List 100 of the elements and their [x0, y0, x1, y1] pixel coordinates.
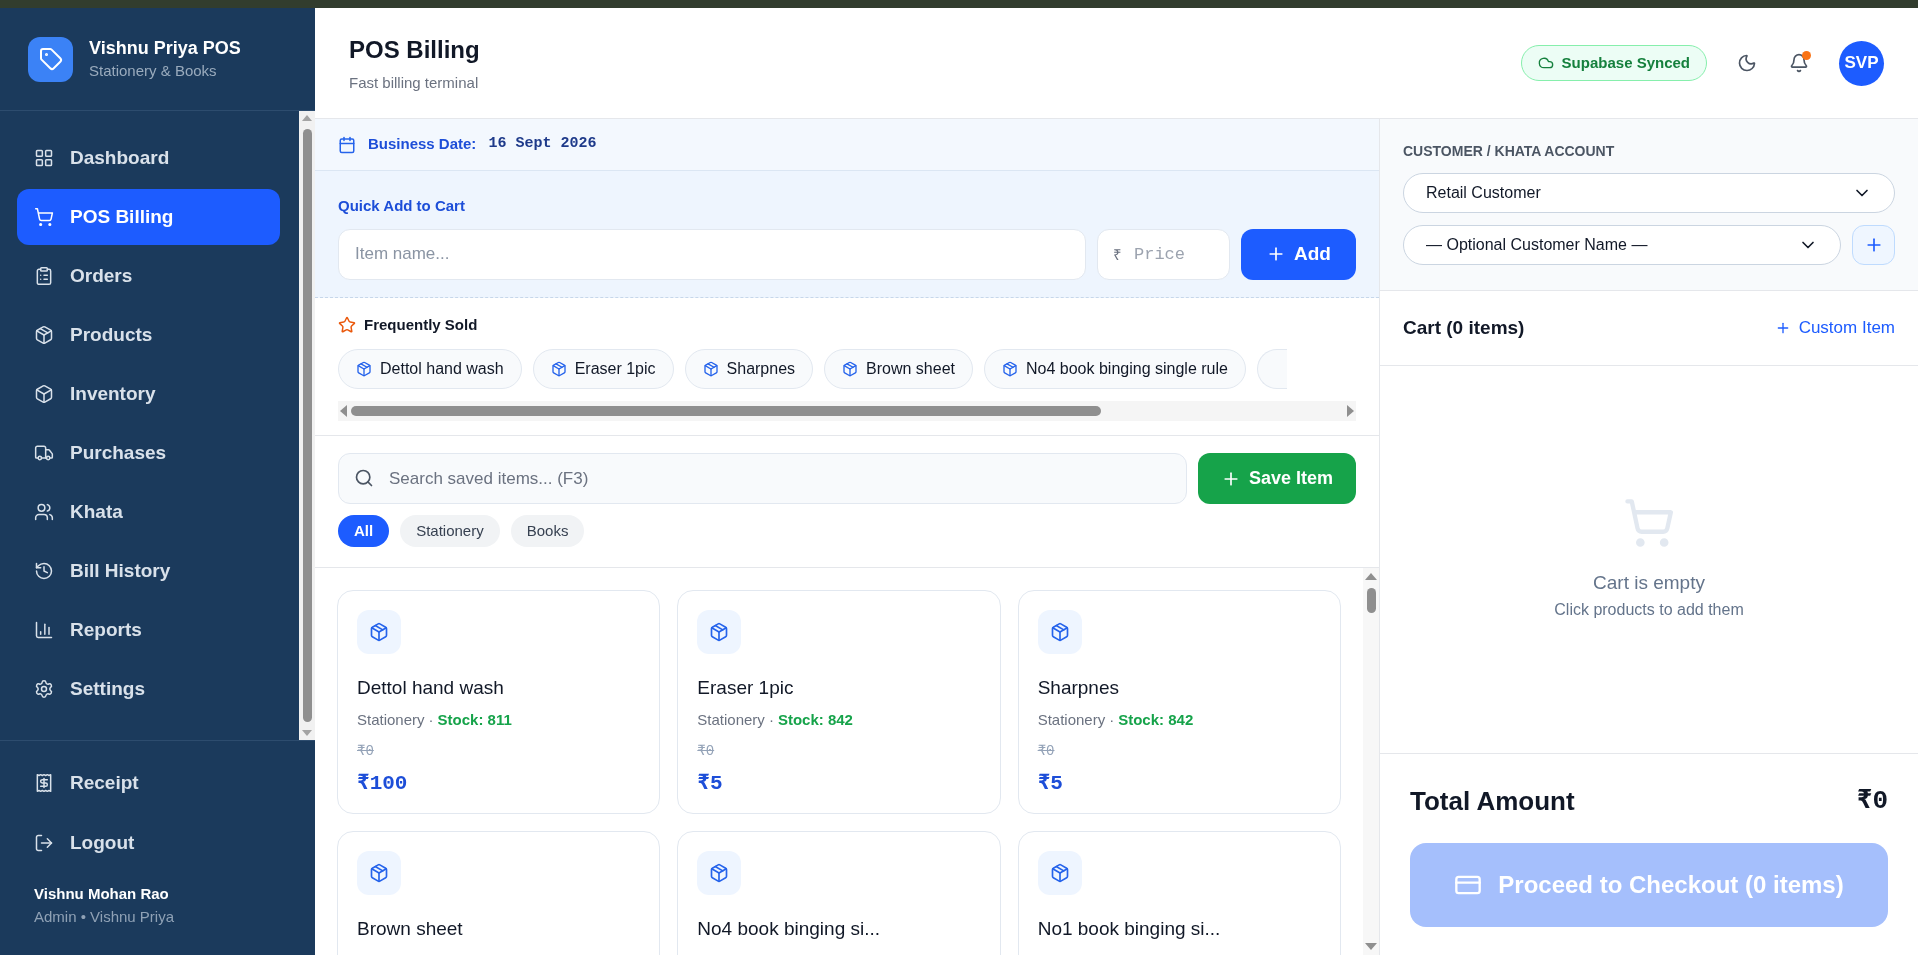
product-price: ₹5 — [697, 771, 723, 797]
nav-item[interactable]: Receipt — [17, 753, 296, 813]
avatar[interactable]: SVP — [1839, 40, 1884, 86]
package-icon — [550, 360, 567, 377]
product-card[interactable]: No4 book binging si... — [677, 831, 1001, 955]
total-label: Total Amount — [1410, 785, 1575, 818]
nav-item[interactable]: Orders — [17, 248, 280, 304]
search-icon — [354, 468, 374, 488]
product-card[interactable]: Sharpnes Stationery · Stock: 842 ₹0 ₹5 — [1017, 590, 1341, 814]
product-name: No1 book binging si... — [1037, 917, 1222, 941]
nav-item[interactable]: Bill History — [17, 543, 280, 599]
product-category: Stationery — [697, 709, 765, 730]
add-button[interactable]: Add — [1241, 228, 1356, 280]
package-icon — [357, 851, 401, 895]
product-chip[interactable]: Brown sheet — [824, 348, 973, 389]
cart-title: Cart (0 items) — [1403, 315, 1525, 340]
product-chip[interactable]: Dettol hand wash — [338, 348, 522, 389]
nav-item[interactable]: Dashboard — [17, 130, 280, 186]
product-category: Stationery — [1037, 709, 1106, 730]
user-name: Vishnu Mohan Rao — [34, 884, 170, 904]
item-name-input[interactable]: Item name... — [338, 228, 1086, 280]
product-card[interactable]: Eraser 1pic Stationery · Stock: 842 ₹0 ₹5 — [677, 590, 1001, 814]
nav-item[interactable]: Inventory — [17, 366, 280, 422]
dashboard-icon — [34, 148, 54, 168]
package-icon — [702, 360, 719, 377]
product-card[interactable]: Brown sheet — [337, 831, 661, 955]
package-icon — [34, 325, 54, 345]
clipboard-icon — [34, 266, 54, 286]
old-price: ₹0 — [697, 742, 715, 761]
custom-item-link[interactable]: Custom Item — [1774, 315, 1895, 341]
nav-item[interactable]: Logout — [17, 813, 296, 873]
history-icon — [34, 561, 54, 581]
package-icon — [1002, 360, 1018, 377]
nav-item[interactable]: Purchases — [17, 425, 280, 481]
customer-section-title: CUSTOMER / KHATA ACCOUNT — [1403, 142, 1616, 161]
cart-empty-hint: Click products to add them — [1554, 599, 1744, 620]
package-icon — [697, 610, 742, 654]
tag-icon — [28, 36, 73, 82]
frequently-sold-title: Frequently Sold — [364, 315, 478, 335]
product-name: Brown sheet — [357, 917, 464, 941]
old-price: ₹0 — [1037, 742, 1055, 761]
account-select[interactable]: Retail Customer — [1403, 173, 1895, 213]
product-category: Stationery — [357, 709, 425, 730]
package-icon — [356, 360, 372, 377]
product-stock: Stock: 842 — [777, 709, 853, 730]
separator-dot: · — [768, 709, 774, 730]
product-card[interactable]: Dettol hand wash Stationery · Stock: 811 ₹0 ₹100 — [337, 590, 661, 814]
brand-subtitle: Stationery & Books — [89, 60, 218, 81]
separator-dot: · — [428, 709, 434, 730]
cart-icon — [34, 207, 54, 227]
old-price: ₹0 — [357, 742, 374, 761]
product-chip[interactable]: No4 book binging single rule — [984, 348, 1246, 389]
product-name: Dettol hand wash — [357, 676, 505, 700]
sync-badge: Supabase Synced — [1520, 45, 1707, 81]
cloud-icon — [1537, 55, 1554, 71]
product-stock: Stock: 811 — [437, 709, 512, 730]
product-card[interactable]: No1 book binging si... — [1017, 831, 1341, 955]
currency-symbol: ₹ — [1113, 244, 1122, 265]
nav-item[interactable]: Reports — [17, 602, 280, 658]
product-chip[interactable]: Eraser 1pic — [532, 348, 674, 389]
product-stock: Stock: 842 — [1118, 709, 1194, 730]
separator-dot: · — [1109, 709, 1115, 730]
receipt-icon — [34, 773, 54, 793]
total-value: ₹0 — [1856, 785, 1888, 818]
product-name: Sharpnes — [1037, 676, 1120, 700]
nav-item[interactable]: POS Billing — [17, 189, 280, 245]
cart-empty-title: Cart is empty — [1593, 571, 1705, 596]
search-field[interactable]: Search saved items... (F3) — [338, 453, 1187, 504]
quick-add-title: Quick Add to Cart — [338, 196, 466, 216]
brand-title: Vishnu Priya POS — [89, 36, 241, 60]
cart-icon — [1623, 497, 1675, 550]
bar-chart-icon — [34, 620, 54, 640]
nav-item[interactable]: Products — [17, 307, 280, 363]
package-icon — [697, 851, 742, 895]
product-name: Eraser 1pic — [697, 676, 795, 700]
nav-item[interactable]: Settings — [17, 661, 280, 717]
page-subtitle: Fast billing terminal — [349, 72, 480, 93]
product-price: ₹5 — [1037, 771, 1063, 797]
truck-icon — [34, 443, 54, 463]
box-icon — [34, 384, 54, 404]
filter-tab[interactable]: All — [338, 515, 390, 547]
star-icon — [338, 316, 356, 335]
business-date-label: Business Date: — [368, 134, 477, 155]
gear-icon — [34, 679, 54, 699]
customer-name-select[interactable]: — Optional Customer Name — — [1403, 225, 1841, 265]
users-icon — [34, 502, 54, 522]
package-icon — [1037, 851, 1082, 895]
package-icon — [842, 360, 859, 377]
product-price: ₹100 — [357, 771, 408, 797]
page-title: POS Billing — [349, 34, 480, 65]
business-date-value: 16 Sept 2026 — [488, 134, 597, 155]
nav-item[interactable]: Khata — [17, 484, 280, 540]
product-chip[interactable]: Sharpnes — [684, 348, 814, 389]
logout-icon — [34, 833, 54, 853]
package-icon — [357, 610, 401, 654]
calendar-icon — [338, 135, 356, 154]
add-customer-button[interactable] — [1852, 225, 1895, 265]
filter-tab[interactable]: Stationery — [400, 515, 500, 547]
filter-tab[interactable]: Books — [510, 515, 585, 547]
product-name: No4 book binging si... — [697, 917, 882, 941]
